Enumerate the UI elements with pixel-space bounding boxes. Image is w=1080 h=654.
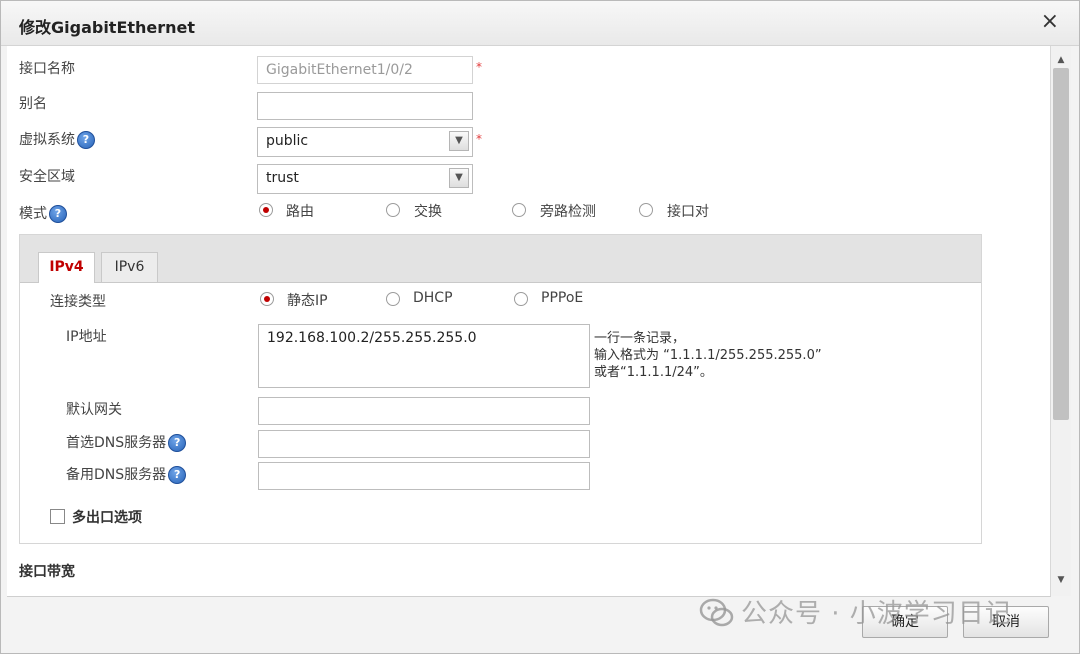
conn-option-pppoe[interactable]: PPPoE (541, 290, 583, 306)
ip-tab-strip: IPv4 IPv6 (20, 235, 981, 283)
multi-exit-label[interactable]: 多出口选项 (72, 507, 142, 527)
required-mark: * (476, 60, 482, 74)
watermark: 公众号 · 小波学习日记 (699, 593, 1012, 630)
interface-name-field: GigabitEthernet1/0/2 (257, 56, 473, 84)
mode-radio-pair[interactable] (639, 203, 653, 217)
hint-line: 或者“1.1.1.1/24”。 (594, 365, 713, 380)
conn-option-dhcp[interactable]: DHCP (413, 290, 453, 306)
chevron-down-icon[interactable]: ▼ (449, 168, 469, 188)
mode-radio-route[interactable] (259, 203, 273, 217)
mode-option-route[interactable]: 路由 (286, 201, 314, 221)
help-icon[interactable]: ? (77, 131, 95, 149)
hint-line: 一行一条记录， (594, 331, 686, 346)
bandwidth-section-title: 接口带宽 (19, 564, 75, 580)
virtual-system-label: 虚拟系统? (19, 129, 95, 149)
virtual-system-value: public (266, 133, 309, 149)
watermark-text: 公众号 · 小波学习日记 (741, 599, 1012, 629)
interface-name-label: 接口名称 (19, 61, 75, 77)
mode-label: 模式? (19, 203, 67, 223)
hint-line: 输入格式为 “1.1.1.1/255.255.255.0” (594, 348, 822, 363)
secondary-dns-label-text: 备用DNS服务器 (66, 467, 167, 483)
help-icon[interactable]: ? (168, 466, 187, 484)
alias-input[interactable] (257, 92, 473, 120)
vertical-scrollbar[interactable]: ▲ ▼ (1051, 46, 1071, 596)
conn-option-static[interactable]: 静态IP (287, 290, 328, 310)
mode-radio-bypass[interactable] (512, 203, 526, 217)
mode-option-switch[interactable]: 交换 (414, 201, 442, 221)
scroll-down-icon[interactable]: ▼ (1051, 572, 1071, 588)
mode-option-pair[interactable]: 接口对 (667, 201, 709, 221)
secondary-dns-input[interactable] (258, 462, 590, 490)
primary-dns-label-text: 首选DNS服务器 (66, 435, 167, 451)
virtual-system-label-text: 虚拟系统 (19, 132, 75, 148)
security-zone-label: 安全区域 (19, 169, 75, 185)
ip-address-hint: 一行一条记录， 输入格式为 “1.1.1.1/255.255.255.0” 或者… (594, 330, 822, 381)
dialog-titlebar: 修改GigabitEthernet × (1, 1, 1079, 46)
conn-radio-pppoe[interactable] (514, 292, 528, 306)
mode-label-text: 模式 (19, 206, 47, 222)
conn-radio-static[interactable] (260, 292, 274, 306)
primary-dns-label: 首选DNS服务器? (66, 432, 187, 452)
help-icon[interactable]: ? (168, 434, 187, 452)
chevron-down-icon[interactable]: ▼ (449, 131, 469, 151)
required-mark: * (476, 132, 482, 146)
security-zone-select[interactable]: trust ▼ (257, 164, 473, 194)
ip-address-label: IP地址 (66, 329, 107, 345)
secondary-dns-label: 备用DNS服务器? (66, 464, 187, 484)
default-gateway-label: 默认网关 (66, 402, 122, 418)
default-gateway-input[interactable] (258, 397, 590, 425)
ip-address-input[interactable]: 192.168.100.2/255.255.255.0 (258, 324, 590, 388)
conn-radio-dhcp[interactable] (386, 292, 400, 306)
multi-exit-checkbox[interactable] (50, 509, 65, 524)
scroll-thumb[interactable] (1053, 68, 1069, 420)
scroll-up-icon[interactable]: ▲ (1051, 52, 1071, 68)
mode-option-bypass[interactable]: 旁路检测 (540, 201, 596, 221)
primary-dns-input[interactable] (258, 430, 590, 458)
tab-ipv6[interactable]: IPv6 (101, 252, 158, 282)
dialog-content: 接口名称 GigabitEthernet1/0/2 * 别名 虚拟系统? pub… (7, 46, 1051, 597)
mode-radio-switch[interactable] (386, 203, 400, 217)
edit-interface-dialog: 修改GigabitEthernet × 接口名称 GigabitEthernet… (0, 0, 1080, 654)
help-icon[interactable]: ? (49, 205, 67, 223)
virtual-system-select[interactable]: public ▼ (257, 127, 473, 157)
dialog-title: 修改GigabitEthernet (19, 18, 196, 37)
security-zone-value: trust (266, 170, 299, 186)
ip-settings-panel: IPv4 IPv6 连接类型 静态IP DHCP PPPoE IP地址 192.… (19, 234, 982, 544)
tab-ipv4[interactable]: IPv4 (38, 252, 95, 283)
connection-type-label: 连接类型 (50, 294, 106, 310)
wechat-icon (699, 598, 734, 627)
close-icon[interactable]: × (1041, 11, 1059, 33)
alias-label: 别名 (19, 96, 47, 112)
